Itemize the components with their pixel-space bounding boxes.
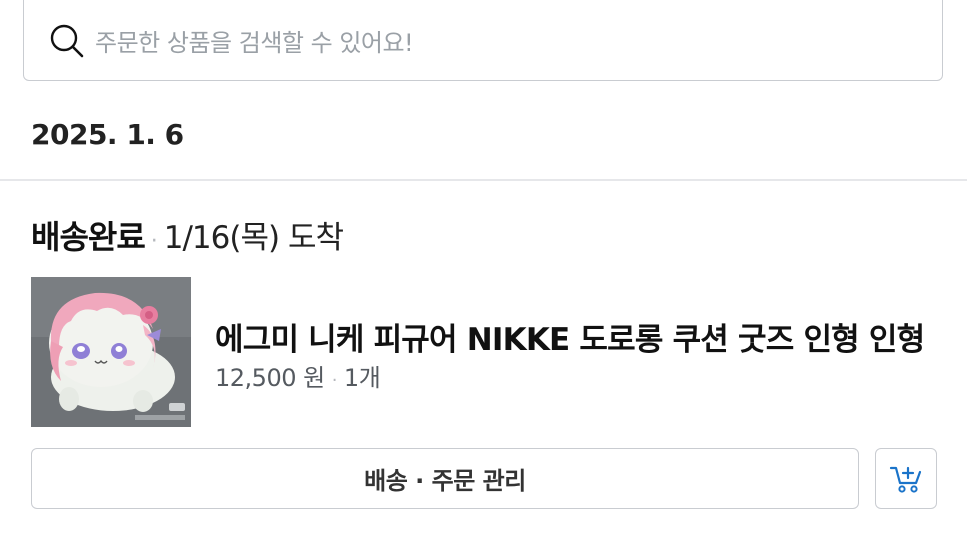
product-meta: 12,500 원 · 1개	[215, 358, 381, 393]
arrival-date: 1/16(목) 도착	[163, 220, 344, 256]
product-thumbnail[interactable]	[31, 277, 191, 427]
orders-page: 주문한 상품을 검색할 수 있어요! 2025. 1. 6 배송완료 · 1/1…	[0, 0, 967, 539]
product-price: 12,500 원	[215, 364, 325, 392]
product-quantity: 1개	[343, 364, 381, 392]
meta-separator: ·	[331, 370, 338, 391]
delivery-status: 배송완료	[31, 218, 146, 256]
search-placeholder[interactable]: 주문한 상품을 검색할 수 있어요!	[95, 23, 414, 58]
delivery-order-manage-button[interactable]: 배송 · 주문 관리	[31, 448, 859, 509]
product-thumbnail-image	[31, 277, 191, 427]
section-divider	[0, 179, 967, 181]
delivery-status-line: 배송완료 · 1/16(목) 도착	[31, 212, 344, 258]
search-icon	[50, 24, 84, 57]
add-to-cart-button[interactable]	[875, 448, 937, 509]
status-separator: ·	[150, 229, 158, 254]
product-name[interactable]: 에그미 니케 피규어 NIKKE 도로롱 쿠션 굿즈 인형 인형	[215, 314, 935, 359]
order-search-bar[interactable]: 주문한 상품을 검색할 수 있어요!	[23, 0, 943, 81]
order-date: 2025. 1. 6	[31, 118, 184, 151]
add-to-cart-icon	[889, 466, 922, 493]
